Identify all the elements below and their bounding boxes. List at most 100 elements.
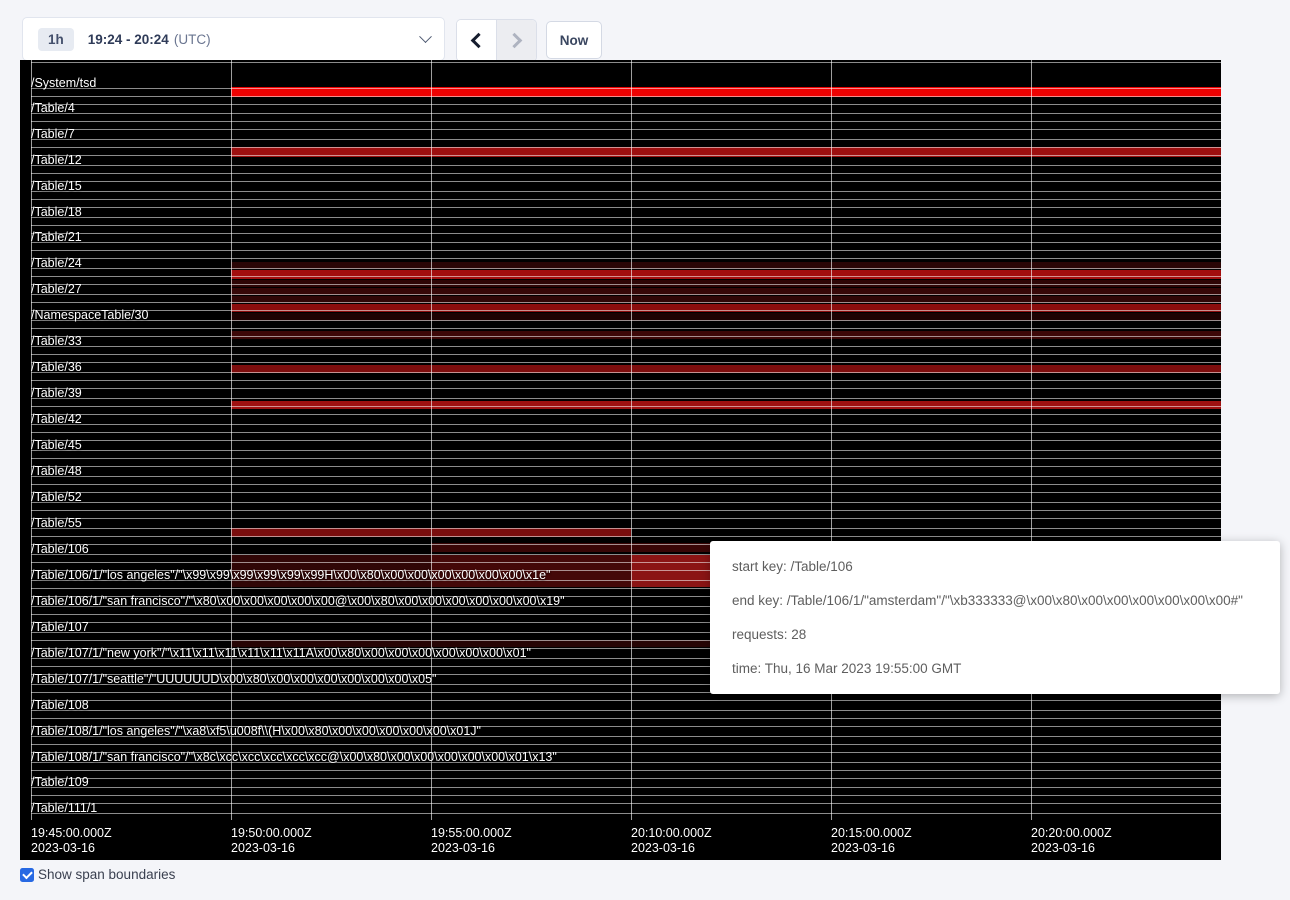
span-label: /Table/48 <box>31 464 82 478</box>
span-label: /Table/39 <box>31 386 82 400</box>
span-label: /Table/24 <box>31 256 82 270</box>
span-label: /Table/45 <box>31 438 82 452</box>
span-label: /Table/55 <box>31 516 82 530</box>
span-label: /Table/12 <box>31 153 82 167</box>
span-label: /Table/107 <box>31 620 89 634</box>
span-boundary-line <box>31 310 1221 311</box>
span-boundary-line <box>31 718 1221 719</box>
time-window-nav <box>456 19 537 62</box>
span-boundary-line <box>31 398 1221 399</box>
span-boundary-line <box>31 362 1221 363</box>
span-boundary-line <box>31 803 1221 804</box>
span-label: /Table/106/1/"los angeles"/"\x99\x99\x99… <box>31 568 550 582</box>
span-label: /Table/4 <box>31 101 75 115</box>
span-label: /Table/21 <box>31 230 82 244</box>
span-boundaries-row: Show span boundaries <box>20 867 175 882</box>
span-boundary-line <box>31 502 1221 503</box>
tooltip-line: requests: 28 <box>732 618 1258 652</box>
heat-band <box>231 331 1221 339</box>
span-boundary-line <box>31 258 1221 259</box>
time-gridline <box>431 60 432 820</box>
span-label: /Table/107/1/"new york"/"\x11\x11\x11\x1… <box>31 646 531 660</box>
span-boundary-line <box>31 406 1221 407</box>
span-boundary-line <box>31 121 1221 122</box>
span-boundary-line <box>31 139 1221 140</box>
span-boundary-line <box>31 250 1221 251</box>
span-boundary-line <box>31 302 1221 303</box>
span-boundary-line <box>31 217 1221 218</box>
span-boundary-line <box>31 424 1221 425</box>
span-label: /Table/111/1 <box>31 801 97 815</box>
span-boundary-line <box>31 155 1221 156</box>
span-boundary-line <box>31 466 1221 467</box>
span-boundary-line <box>31 181 1221 182</box>
span-boundary-line <box>31 207 1221 208</box>
span-boundary-line <box>31 770 1221 771</box>
span-boundary-line <box>31 276 1221 277</box>
span-label: /Table/18 <box>31 205 82 219</box>
span-boundary-line <box>31 440 1221 441</box>
span-label: /Table/52 <box>31 490 82 504</box>
next-window-button[interactable] <box>497 20 537 61</box>
span-boundary-line <box>31 778 1221 779</box>
time-gridline <box>231 60 232 820</box>
span-label: /Table/108/1/"los angeles"/"\xa8\xf5\u00… <box>31 724 481 738</box>
span-boundary-line <box>31 328 1221 329</box>
time-gridline <box>1031 60 1032 820</box>
x-axis-tick: 20:20:00.000Z2023-03-16 <box>1031 826 1112 856</box>
time-gridline <box>831 60 832 820</box>
span-label: /Table/106/1/"san francisco"/"\x80\x00\x… <box>31 594 565 608</box>
key-visualizer-canvas[interactable]: /System/tsd/Table/4/Table/7/Table/12/Tab… <box>20 60 1221 860</box>
show-span-boundaries-checkbox[interactable] <box>20 868 34 882</box>
x-axis-tick: 20:15:00.000Z2023-03-16 <box>831 826 912 856</box>
heat-band <box>231 401 1221 409</box>
span-label: /System/tsd <box>31 76 96 90</box>
x-axis-tick: 19:45:00.000Z2023-03-16 <box>31 826 112 856</box>
chevron-left-icon <box>470 33 486 49</box>
span-label: /NamespaceTable/30 <box>31 308 148 322</box>
tooltip-line: end key: /Table/106/1/"amsterdam"/"\xb33… <box>732 584 1258 618</box>
span-boundary-line <box>31 129 1221 130</box>
span-label: /Table/108 <box>31 698 89 712</box>
chevron-down-icon <box>419 30 432 43</box>
chevron-right-icon <box>506 33 522 49</box>
now-button[interactable]: Now <box>546 21 602 59</box>
tooltip-line: time: Thu, 16 Mar 2023 19:55:00 GMT <box>732 652 1258 686</box>
span-boundary-line <box>31 492 1221 493</box>
span-label: /Table/42 <box>31 412 82 426</box>
span-label: /Table/109 <box>31 775 89 789</box>
x-axis-tick: 19:50:00.000Z2023-03-16 <box>231 826 312 856</box>
time-range-label: 19:24 - 20:24 <box>88 32 169 47</box>
span-boundary-line <box>31 536 1221 537</box>
span-boundary-line <box>31 320 1221 321</box>
span-boundary-line <box>31 284 1221 285</box>
span-label: /Table/106 <box>31 542 89 556</box>
span-label: /Table/107/1/"seattle"/"UUUUUUD\x00\x80\… <box>31 672 436 686</box>
span-boundary-line <box>31 336 1221 337</box>
span-boundary-line <box>31 458 1221 459</box>
span-boundary-line <box>31 450 1221 451</box>
span-boundary-line <box>31 528 1221 529</box>
span-boundary-line <box>31 787 1221 788</box>
span-boundary-line <box>31 88 1221 89</box>
x-axis-tick: 19:55:00.000Z2023-03-16 <box>431 826 512 856</box>
time-range-selector[interactable]: 1h 19:24 - 20:24 (UTC) <box>22 17 445 61</box>
span-boundary-line <box>31 414 1221 415</box>
span-boundary-line <box>31 380 1221 381</box>
span-boundary-line <box>31 62 1221 63</box>
span-boundary-line <box>31 476 1221 477</box>
span-boundary-line <box>31 191 1221 192</box>
span-boundary-line <box>31 372 1221 373</box>
span-boundary-line <box>31 199 1221 200</box>
span-label: /Table/33 <box>31 334 82 348</box>
prev-window-button[interactable] <box>457 20 497 61</box>
span-boundary-line <box>31 700 1221 701</box>
span-label: /Table/36 <box>31 360 82 374</box>
span-label: /Table/7 <box>31 127 75 141</box>
heatmap-tooltip: start key: /Table/106end key: /Table/106… <box>710 541 1280 694</box>
span-boundary-line <box>31 744 1221 745</box>
span-boundary-line <box>31 147 1221 148</box>
span-boundary-line <box>31 242 1221 243</box>
heat-band <box>231 270 1221 279</box>
span-boundary-line <box>31 233 1221 234</box>
